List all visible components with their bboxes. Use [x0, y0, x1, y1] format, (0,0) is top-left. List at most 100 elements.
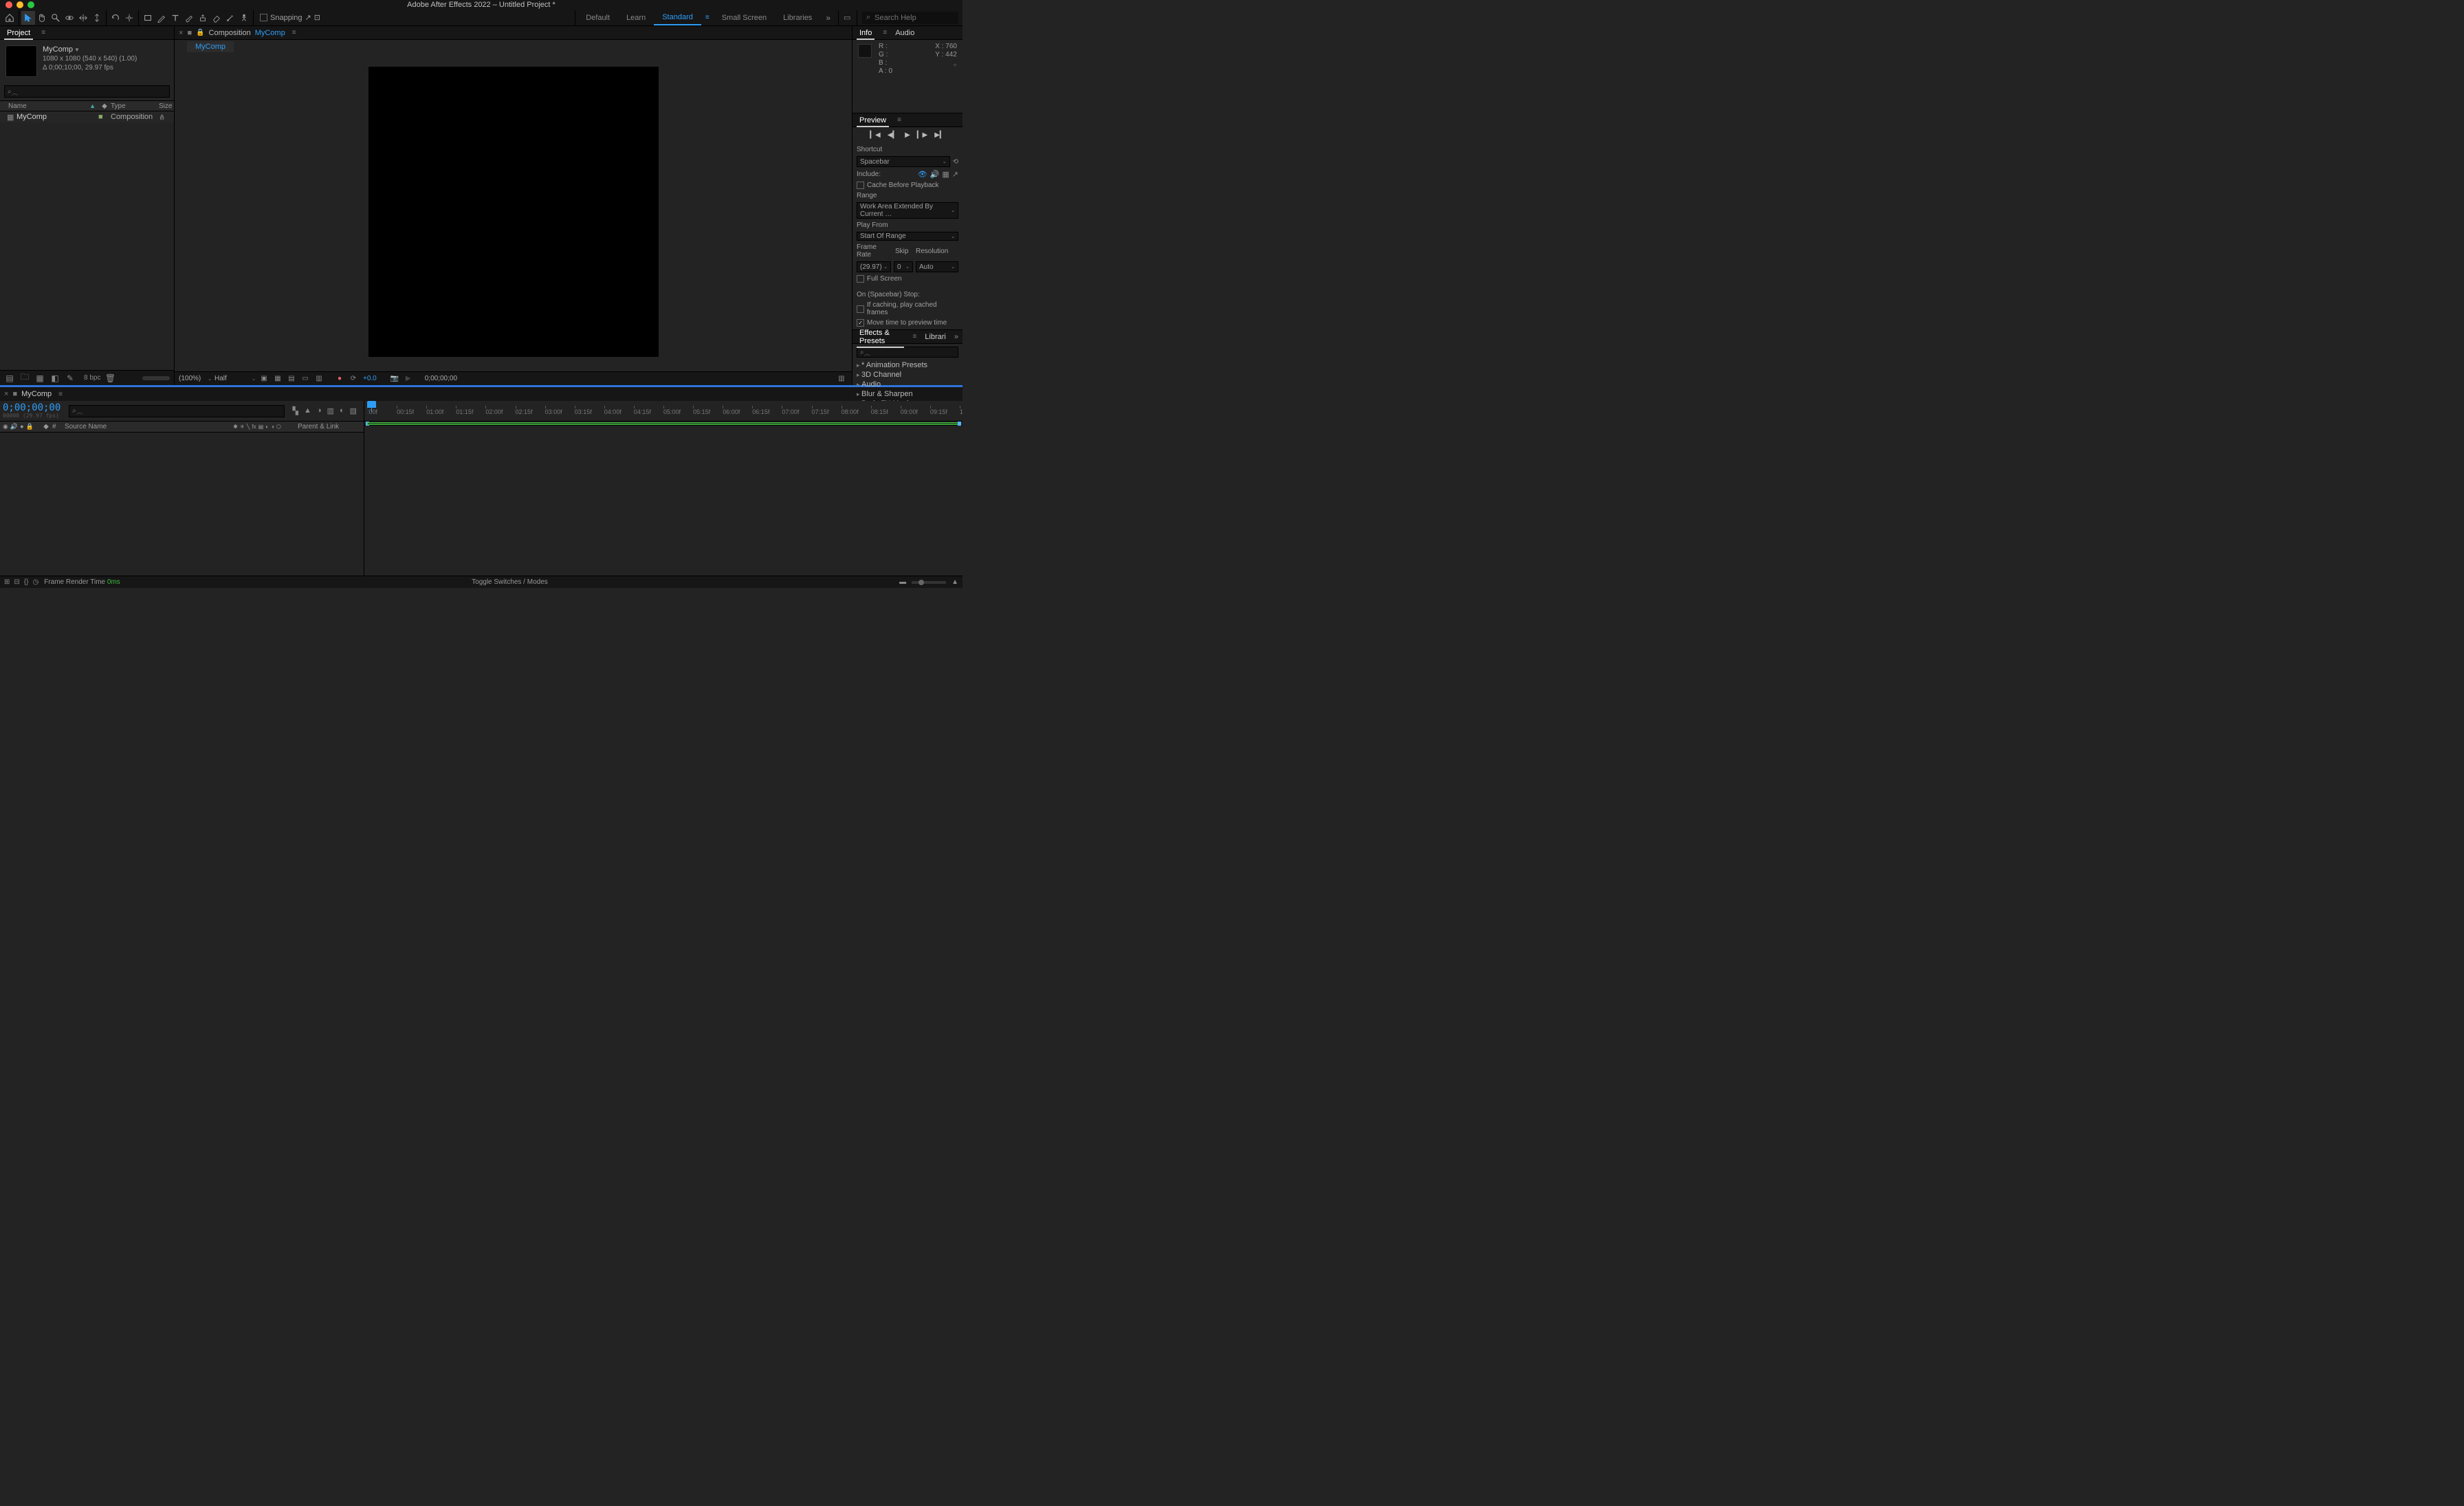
home-button[interactable] — [3, 11, 16, 25]
go-to-start-button[interactable]: ▎◀ — [870, 131, 880, 139]
zoom-in-icon[interactable]: ▲ — [952, 578, 958, 586]
snapshot-icon[interactable]: 📷 — [389, 375, 400, 382]
rectangle-tool[interactable] — [141, 11, 155, 25]
viewer-timecode[interactable]: 0;00;00;00 — [425, 375, 457, 382]
comp-mini-flowchart-icon[interactable]: ▚ — [293, 406, 298, 415]
work-area-bar[interactable] — [364, 422, 962, 426]
column-type[interactable]: Type — [111, 102, 159, 110]
close-timeline-tab-icon[interactable]: × — [4, 390, 8, 398]
draft-3d-icon[interactable]: ▲ — [304, 406, 311, 415]
effects-category[interactable]: * Animation Presets — [852, 360, 962, 370]
mask-visibility-icon[interactable]: ▤ — [286, 375, 297, 382]
effects-panel-menu-icon[interactable]: ≡ — [912, 333, 916, 340]
workspace-small-screen[interactable]: Small Screen — [714, 10, 775, 25]
color-depth-button[interactable]: 8 bpc — [80, 374, 100, 382]
workspace-default[interactable]: Default — [578, 10, 618, 25]
viewer-dock-icon[interactable]: ▥ — [835, 375, 848, 382]
search-help-field[interactable] — [874, 14, 954, 22]
source-name-column[interactable]: Source Name — [62, 423, 219, 430]
effects-category[interactable]: 3D Channel — [852, 370, 962, 380]
composition-breadcrumb[interactable]: MyComp — [187, 41, 234, 52]
include-overlays-icon[interactable]: ▦ — [942, 170, 949, 179]
work-area-end-handle[interactable] — [958, 422, 961, 426]
flowchart-icon[interactable]: ⋔ — [159, 113, 174, 122]
preview-tab[interactable]: Preview — [857, 116, 889, 124]
resolution-dropdown[interactable]: Half⌄ — [214, 375, 256, 382]
grid-guides-icon[interactable]: ▥ — [314, 375, 324, 382]
effects-category[interactable]: Audio — [852, 380, 962, 389]
parent-link-column[interactable]: Parent & Link — [295, 423, 364, 430]
eraser-tool[interactable] — [210, 11, 223, 25]
loop-icon[interactable]: ↗ — [952, 170, 958, 179]
playhead[interactable] — [367, 401, 376, 412]
delete-icon[interactable]: 🗑 — [104, 373, 116, 383]
interpret-footage-icon[interactable]: ▤ — [4, 373, 15, 383]
dolly-tool[interactable] — [90, 11, 104, 25]
workspace-standard[interactable]: Standard — [654, 10, 701, 25]
timeline-current-time[interactable]: 0;00;00;00 — [3, 403, 60, 413]
preview-range-dropdown[interactable]: Work Area Extended By Current …⌄ — [857, 202, 958, 219]
close-tab-icon[interactable]: × — [179, 29, 183, 37]
toggle-switches-icon[interactable]: ⊞ — [4, 578, 10, 586]
new-adjustment-icon[interactable]: ◧ — [50, 373, 60, 383]
search-help-input[interactable]: ⌕ — [862, 12, 958, 24]
type-tool[interactable] — [168, 11, 182, 25]
puppet-tool[interactable] — [237, 11, 251, 25]
timeline-panel-menu-icon[interactable]: ≡ — [58, 391, 63, 398]
column-label[interactable]: ◆ — [98, 102, 111, 110]
fast-preview-icon[interactable]: ▣ — [258, 375, 270, 382]
fullscreen-checkbox[interactable] — [857, 275, 864, 283]
zoom-out-icon[interactable]: ▬ — [899, 578, 906, 586]
next-frame-button[interactable]: ▎▶ — [917, 131, 927, 139]
timeline-ruler[interactable]: :00f00:15f01:00f01:15f02:00f02:15f03:00f… — [364, 401, 962, 422]
include-audio-icon[interactable]: 🔊 — [930, 170, 940, 179]
project-panel-tab[interactable]: Project — [4, 29, 33, 37]
column-size[interactable]: Size — [159, 102, 174, 110]
lock-icon[interactable]: 🔒 — [196, 29, 204, 36]
new-composition-icon[interactable]: ▦ — [34, 373, 45, 383]
preview-playfrom-dropdown[interactable]: Start Of Range⌄ — [857, 232, 958, 241]
toggle-in-out-icon[interactable]: {} — [24, 578, 29, 586]
anchor-point-tool[interactable] — [122, 11, 136, 25]
motion-blur-icon[interactable]: ◐ — [340, 406, 344, 415]
timeline-search-input[interactable]: ⌕⁔ — [69, 405, 284, 417]
hand-tool[interactable] — [35, 11, 49, 25]
new-folder-icon[interactable]: 🗀 — [19, 371, 30, 385]
snapping-icon-1[interactable]: ↗ — [305, 13, 311, 22]
audio-tab[interactable]: Audio — [892, 29, 917, 37]
composition-panel-menu-icon[interactable]: ≡ — [292, 29, 296, 36]
go-to-end-button[interactable]: ▶▎ — [934, 131, 945, 139]
viewer-lock-icon[interactable]: ■ — [187, 29, 192, 37]
workspace-standard-menu-icon[interactable]: ≡ — [701, 14, 714, 21]
toggle-modes-icon[interactable]: ⊟ — [14, 578, 19, 586]
pan-camera-tool[interactable] — [76, 11, 90, 25]
zoom-tool[interactable] — [49, 11, 63, 25]
workspace-learn[interactable]: Learn — [618, 10, 654, 25]
preview-framerate-dropdown[interactable]: (29.97)⌄ — [857, 261, 891, 272]
play-button[interactable]: ▶ — [905, 131, 910, 139]
snapping-icon-2[interactable]: ⊡ — [314, 13, 320, 22]
zoom-dropdown[interactable]: (100%)⌄ — [179, 375, 212, 382]
preview-panel-menu-icon[interactable]: ≡ — [897, 116, 901, 124]
timeline-tab-name[interactable]: MyComp — [21, 390, 52, 398]
ifcaching-checkbox[interactable] — [857, 305, 864, 313]
info-panel-menu-icon[interactable]: ≡ — [883, 29, 887, 36]
workspace-switcher-icon[interactable]: ▭ — [841, 13, 855, 22]
snapping-checkbox[interactable] — [260, 14, 267, 21]
brush-tool[interactable] — [182, 11, 196, 25]
effects-category[interactable]: Blur & Sharpen — [852, 389, 962, 399]
preview-shortcut-dropdown[interactable]: Spacebar⌄ — [857, 156, 950, 167]
snapping-toggle[interactable]: Snapping ↗ ⊡ — [260, 13, 320, 22]
label-color-swatch[interactable]: ■ — [98, 113, 111, 121]
prev-frame-button[interactable]: ◀▎ — [888, 131, 898, 139]
timeline-zoom-slider[interactable] — [912, 581, 946, 584]
chevron-down-icon[interactable]: ▼ — [74, 47, 80, 53]
frame-blend-icon[interactable]: ▥ — [327, 406, 334, 415]
timeline-track-area[interactable] — [364, 426, 962, 576]
clone-stamp-tool[interactable] — [196, 11, 210, 25]
project-panel-menu-icon[interactable]: ≡ — [41, 29, 45, 36]
show-snapshot-icon[interactable]: ▶ — [403, 375, 414, 382]
exposure-value[interactable]: +0.0 — [363, 375, 377, 382]
graph-editor-icon[interactable]: ▧ — [350, 406, 357, 415]
roto-brush-tool[interactable] — [223, 11, 237, 25]
